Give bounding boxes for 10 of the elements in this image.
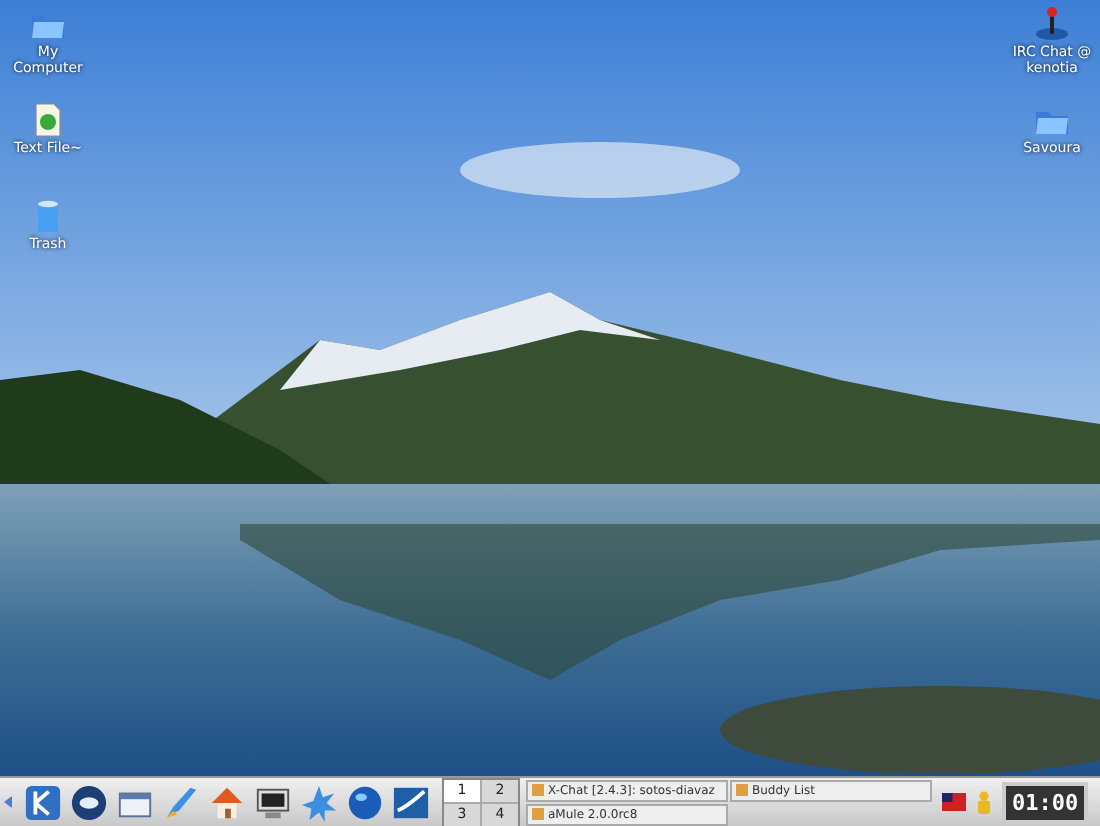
collapse-arrow-icon[interactable] [4,796,12,808]
home-icon[interactable] [208,783,246,821]
paintbrush-icon[interactable] [162,783,200,821]
k-menu-icon[interactable] [24,783,62,821]
flag-icon[interactable] [942,790,966,814]
monitor-icon[interactable] [254,783,292,821]
joystick-icon[interactable] [1032,4,1072,44]
globe-icon[interactable] [346,783,384,821]
starburst-icon[interactable] [300,783,338,821]
clock[interactable]: 01:00 [1002,781,1089,823]
